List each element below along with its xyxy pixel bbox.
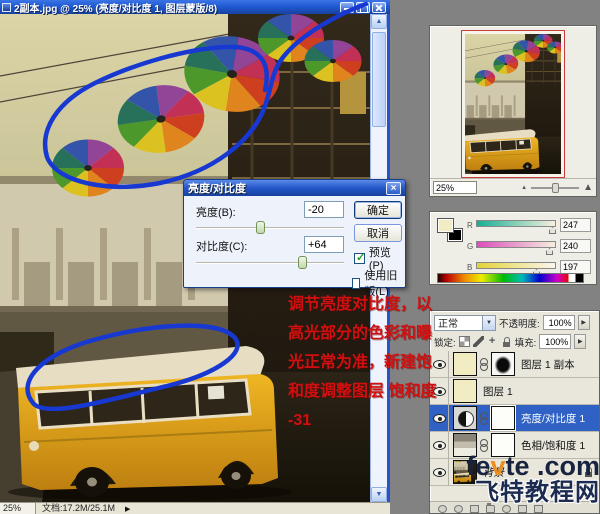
minimize-button[interactable] bbox=[340, 1, 354, 13]
eye-icon[interactable] bbox=[432, 440, 446, 450]
red-slider-thumb[interactable] bbox=[549, 227, 556, 234]
blue-label: B bbox=[467, 263, 473, 272]
layer-thumbnail[interactable] bbox=[453, 379, 477, 403]
layer-row-brightness-contrast[interactable]: 亮度/对比度 1 bbox=[430, 404, 599, 432]
mask-link-icon[interactable] bbox=[479, 358, 488, 371]
annotation-line: 和度调整图层 饱和度 bbox=[288, 383, 437, 400]
red-value-field[interactable] bbox=[560, 218, 591, 232]
opacity-field[interactable] bbox=[542, 315, 575, 330]
dialog-title: 亮度/对比度 bbox=[188, 183, 247, 195]
dialog-close-icon[interactable]: × bbox=[386, 181, 401, 195]
cancel-button[interactable]: 取消 bbox=[354, 224, 402, 242]
layer-mask-thumbnail[interactable] bbox=[491, 352, 515, 376]
green-slider[interactable] bbox=[476, 241, 556, 255]
annotation-line: -31 bbox=[288, 412, 312, 429]
link-layers-icon[interactable] bbox=[438, 504, 447, 513]
lock-all-icon[interactable] bbox=[501, 336, 512, 347]
dialog-titlebar[interactable]: 亮度/对比度 × bbox=[184, 180, 405, 196]
navigator-zoom-slider[interactable] bbox=[531, 182, 580, 193]
blend-mode-value: 正常 bbox=[438, 319, 458, 330]
lock-pixels-icon[interactable] bbox=[472, 336, 484, 347]
layer-thumbnail[interactable] bbox=[453, 352, 477, 376]
scroll-down-icon[interactable]: ▼ bbox=[371, 487, 387, 502]
green-value-field[interactable] bbox=[560, 239, 591, 253]
zoom-in-icon[interactable]: ▲ bbox=[583, 182, 593, 193]
fill-label: 填充: bbox=[514, 337, 537, 349]
status-bar: 25% 文档:17.2M/25.1M ▶ bbox=[0, 502, 390, 514]
scrollbar-thumb[interactable] bbox=[372, 32, 386, 127]
file-icon bbox=[2, 2, 11, 12]
check-icon: ✓ bbox=[356, 251, 366, 264]
layer-row-layer1-copy[interactable]: 图层 1 副本 bbox=[430, 350, 599, 378]
scroll-up-icon[interactable]: ▲ bbox=[371, 14, 387, 29]
ok-button[interactable]: 确定 bbox=[354, 201, 402, 219]
color-spectrum-ramp[interactable] bbox=[437, 273, 584, 283]
color-panel: R G B bbox=[429, 211, 597, 285]
fill-field[interactable] bbox=[539, 334, 572, 349]
layer-mask-thumbnail[interactable] bbox=[491, 406, 515, 430]
contrast-slider[interactable] bbox=[196, 256, 344, 269]
status-menu-arrow-icon[interactable]: ▶ bbox=[125, 505, 130, 513]
blue-value-field[interactable] bbox=[560, 260, 591, 274]
document-size-info: 文档:17.2M/25.1M bbox=[42, 503, 116, 513]
layer-name[interactable]: 亮度/对比度 1 bbox=[521, 411, 599, 426]
maximize-button[interactable] bbox=[356, 1, 370, 13]
lock-label: 锁定: bbox=[434, 337, 456, 349]
green-label: G bbox=[467, 242, 474, 251]
brightness-contrast-dialog: 亮度/对比度 × 亮度(B): 确定 取消 对比度(C): ✓ 预览(P) 使用… bbox=[183, 179, 406, 298]
lock-transparency-icon[interactable] bbox=[458, 336, 470, 347]
brightness-label: 亮度(B): bbox=[196, 207, 236, 219]
tutorial-annotation: 调节亮度对比度，以 高光部分的色彩和曝 光正常为准，新建饱 和度调整图层 饱和度… bbox=[288, 290, 436, 435]
opacity-label: 不透明度: bbox=[499, 318, 540, 330]
adjustment-layer-thumbnail[interactable] bbox=[453, 406, 477, 430]
brightness-slider[interactable] bbox=[196, 221, 344, 234]
close-button[interactable] bbox=[372, 1, 386, 13]
blend-mode-select[interactable]: 正常 ▼ bbox=[434, 314, 496, 331]
red-label: R bbox=[467, 221, 473, 230]
watermark-domain: fevte .com bbox=[466, 451, 600, 481]
lock-position-icon[interactable]: + bbox=[487, 336, 498, 347]
opacity-spinner-icon[interactable]: ▶ bbox=[577, 315, 590, 330]
contrast-input[interactable] bbox=[304, 236, 344, 253]
annotation-line: 调节亮度对比度，以 bbox=[288, 296, 433, 313]
document-titlebar[interactable]: 2副本.jpg @ 25% (亮度/对比度 1, 图层蒙版/8) bbox=[0, 0, 390, 15]
photoshop-workspace: 2副本.jpg @ 25% (亮度/对比度 1, 图层蒙版/8) ▲ ▼ 25%… bbox=[0, 0, 600, 514]
layer-style-icon[interactable] bbox=[454, 504, 463, 513]
red-slider[interactable] bbox=[476, 220, 556, 234]
brightness-slider-thumb[interactable] bbox=[256, 221, 265, 234]
navigator-zoom-field[interactable] bbox=[433, 181, 477, 194]
site-watermark: fevte .com 飞特教程网 bbox=[437, 452, 600, 506]
contrast-slider-thumb[interactable] bbox=[298, 256, 307, 269]
green-slider-thumb[interactable] bbox=[546, 248, 553, 255]
annotation-line: 高光部分的色彩和曝 bbox=[288, 325, 433, 342]
layer-name[interactable]: 图层 1 副本 bbox=[521, 357, 599, 372]
brightness-input[interactable] bbox=[304, 201, 344, 218]
zoom-out-icon[interactable]: ▲ bbox=[521, 185, 527, 191]
watermark-site-name: 飞特教程网 bbox=[475, 479, 600, 507]
navigator-thumbnail bbox=[465, 34, 561, 174]
blue-slider[interactable] bbox=[476, 262, 556, 276]
mask-link-icon[interactable] bbox=[479, 412, 488, 425]
navigator-zoom-thumb[interactable] bbox=[552, 182, 560, 193]
navigator-proxy-view[interactable] bbox=[461, 30, 565, 178]
foreground-color-swatch[interactable] bbox=[437, 218, 454, 233]
mask-link-icon[interactable] bbox=[479, 439, 488, 452]
layer-name[interactable]: 图层 1 bbox=[483, 384, 599, 399]
fill-spinner-icon[interactable]: ▶ bbox=[574, 334, 587, 349]
status-zoom-field[interactable]: 25% bbox=[0, 502, 36, 514]
annotation-line: 光正常为准，新建饱 bbox=[288, 354, 433, 371]
contrast-label: 对比度(C): bbox=[196, 241, 248, 253]
document-title: 2副本.jpg @ 25% (亮度/对比度 1, 图层蒙版/8) bbox=[14, 3, 218, 15]
chevron-down-icon[interactable]: ▼ bbox=[482, 315, 495, 330]
layer-row-layer1[interactable]: 图层 1 bbox=[430, 377, 599, 405]
navigator-panel: ▲ ▲ bbox=[429, 25, 597, 197]
